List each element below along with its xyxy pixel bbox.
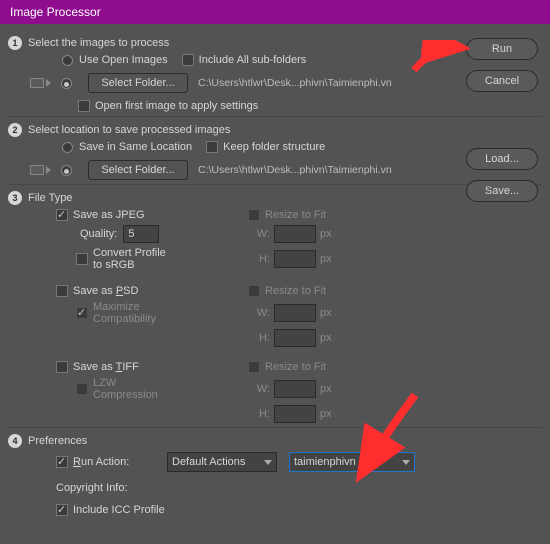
maximize-checkbox <box>76 307 88 319</box>
run-button[interactable]: Run <box>466 38 538 60</box>
use-open-images-radio[interactable] <box>62 55 73 66</box>
run-action-label: Run Action: <box>73 456 137 468</box>
save-jpeg-checkbox[interactable] <box>56 209 68 221</box>
lzw-label: LZW Compression <box>93 377 168 401</box>
h-label: H: <box>248 253 270 265</box>
dest-path: C:\Users\htlwr\Desk...phivn\Taimienphi.v… <box>198 164 392 176</box>
window-titlebar: Image Processor <box>0 0 550 24</box>
use-open-images-label: Use Open Images <box>79 54 168 66</box>
step-4-badge: 4 <box>8 434 22 448</box>
tiff-h-input <box>274 405 316 423</box>
chevron-down-icon <box>264 460 272 465</box>
psd-w-input <box>274 304 316 322</box>
folder-icon <box>30 165 44 175</box>
save-jpeg-label: Save as JPEG <box>73 209 145 221</box>
jpeg-h-input[interactable] <box>274 250 316 268</box>
quality-input[interactable] <box>123 225 159 243</box>
select-folder-button-2[interactable]: Select Folder... <box>88 160 188 180</box>
step-2-badge: 2 <box>8 123 22 137</box>
include-icc-checkbox[interactable] <box>56 504 68 516</box>
maximize-label: Maximize Compatibility <box>93 301 168 325</box>
include-subfolders-checkbox[interactable] <box>182 54 194 66</box>
dest-folder-radio[interactable] <box>61 165 72 176</box>
action-select[interactable]: taimienphivn <box>289 452 415 472</box>
save-psd-label: Save as PSD <box>73 285 138 297</box>
save-tiff-label: Save as TIFF <box>73 361 139 373</box>
select-folder-radio[interactable] <box>61 78 72 89</box>
jpeg-w-input[interactable] <box>274 225 316 243</box>
resize-tiff-checkbox <box>248 361 260 373</box>
chevron-down-icon <box>402 460 410 465</box>
psd-h-input <box>274 329 316 347</box>
save-psd-checkbox[interactable] <box>56 285 68 297</box>
open-first-label: Open first image to apply settings <box>95 100 258 112</box>
same-location-radio[interactable] <box>62 142 73 153</box>
save-button[interactable]: Save... <box>466 180 538 202</box>
convert-srgb-label: Convert Profile to sRGB <box>93 247 168 271</box>
resize-psd-label: Resize to Fit <box>265 285 326 297</box>
step-3-badge: 3 <box>8 191 22 205</box>
tiff-w-input <box>274 380 316 398</box>
same-location-label: Save in Same Location <box>79 141 192 153</box>
resize-tiff-label: Resize to Fit <box>265 361 326 373</box>
copyright-label: Copyright Info: <box>56 482 128 494</box>
keep-folder-checkbox[interactable] <box>206 141 218 153</box>
save-tiff-checkbox[interactable] <box>56 361 68 373</box>
convert-srgb-checkbox[interactable] <box>76 253 88 265</box>
resize-psd-checkbox <box>248 285 260 297</box>
arrow-icon <box>46 166 51 174</box>
include-subfolders-label: Include All sub-folders <box>199 54 307 66</box>
step-1-title: Select the images to process <box>28 37 169 49</box>
keep-folder-label: Keep folder structure <box>223 141 325 153</box>
arrow-icon <box>46 79 51 87</box>
resize-jpeg-checkbox[interactable] <box>248 209 260 221</box>
step-4-title: Preferences <box>28 435 87 447</box>
step-2-title: Select location to save processed images <box>28 124 230 136</box>
window-title: Image Processor <box>10 5 101 19</box>
cancel-button[interactable]: Cancel <box>466 70 538 92</box>
w-label: W: <box>248 228 270 240</box>
resize-jpeg-label: Resize to Fit <box>265 209 326 221</box>
quality-label: Quality: <box>80 228 117 240</box>
source-path: C:\Users\htlwr\Desk...phivn\Taimienphi.v… <box>198 77 392 89</box>
step-3-title: File Type <box>28 192 72 204</box>
include-icc-label: Include ICC Profile <box>73 504 165 516</box>
folder-icon <box>30 78 44 88</box>
lzw-checkbox <box>76 383 88 395</box>
step-1-badge: 1 <box>8 36 22 50</box>
action-set-select[interactable]: Default Actions <box>167 452 277 472</box>
select-folder-button-1[interactable]: Select Folder... <box>88 73 188 93</box>
run-action-checkbox[interactable] <box>56 456 68 468</box>
open-first-checkbox[interactable] <box>78 100 90 112</box>
load-button[interactable]: Load... <box>466 148 538 170</box>
